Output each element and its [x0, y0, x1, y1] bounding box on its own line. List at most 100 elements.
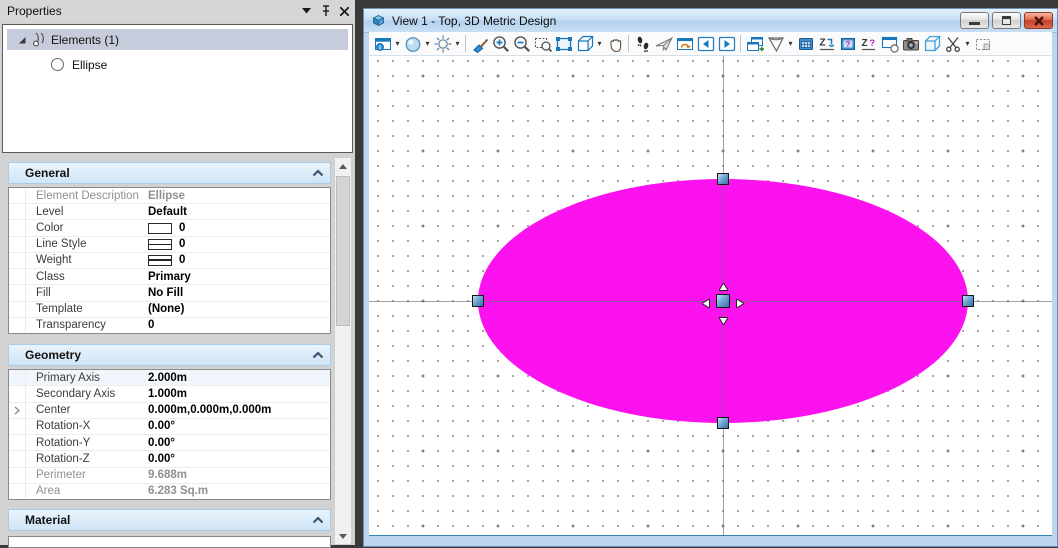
- handle-center[interactable]: [716, 294, 730, 308]
- update-view-icon[interactable]: [469, 33, 490, 55]
- property-value[interactable]: No Fill: [148, 287, 330, 299]
- property-row[interactable]: Class Primary: [9, 269, 330, 286]
- fly-icon[interactable]: [653, 33, 674, 55]
- property-value[interactable]: 1.000m: [148, 388, 330, 400]
- fit-view-icon[interactable]: [553, 33, 574, 55]
- view-perspective-icon[interactable]: [765, 33, 786, 55]
- change-display-depth-icon[interactable]: Z: [816, 33, 837, 55]
- section-header-material[interactable]: Material: [8, 509, 331, 531]
- zoom-in-icon[interactable]: [490, 33, 511, 55]
- collapse-chevron-icon[interactable]: [306, 516, 330, 524]
- display-style-dropdown-caret-icon[interactable]: ▾: [423, 33, 432, 55]
- tree-item-elements[interactable]: Elements (1): [7, 29, 348, 50]
- clip-mask-icon[interactable]: [942, 33, 963, 55]
- window-area-icon[interactable]: [532, 33, 553, 55]
- property-row[interactable]: Primary Axis 2.000m: [9, 370, 330, 387]
- collapse-chevron-icon[interactable]: [306, 169, 330, 177]
- property-value[interactable]: 2.000m: [148, 372, 330, 384]
- weight-swatch[interactable]: [148, 254, 172, 266]
- view-attributes-dropdown-caret-icon[interactable]: ▾: [393, 33, 402, 55]
- property-row[interactable]: Rotation-Y 0.00°: [9, 435, 330, 452]
- property-value[interactable]: (None): [148, 303, 330, 315]
- minimize-button[interactable]: [960, 12, 989, 29]
- tree-item-ellipse[interactable]: Ellipse: [3, 54, 352, 75]
- view-previous-icon[interactable]: [695, 33, 716, 55]
- drawing-canvas[interactable]: [369, 56, 1052, 536]
- property-row[interactable]: Level Default: [9, 204, 330, 221]
- camera-settings-icon[interactable]: [900, 33, 921, 55]
- property-value-text: 0.00°: [148, 452, 175, 465]
- view-titlebar[interactable]: View 1 - Top, 3D Metric Design: [364, 9, 1057, 33]
- pin-icon[interactable]: [317, 3, 334, 19]
- display-rules-icon[interactable]: [795, 33, 816, 55]
- property-value[interactable]: 0: [148, 254, 330, 266]
- close-button[interactable]: [1024, 12, 1053, 29]
- property-row[interactable]: Rotation-X 0.00°: [9, 418, 330, 435]
- property-row[interactable]: Template (None): [9, 301, 330, 318]
- properties-titlebar[interactable]: Properties: [0, 0, 355, 22]
- handle-east[interactable]: [962, 295, 974, 307]
- property-value[interactable]: 0: [148, 222, 330, 234]
- property-row[interactable]: Line Style 0: [9, 236, 330, 253]
- color-swatch[interactable]: [148, 222, 172, 234]
- view-attributes-icon[interactable]: i: [372, 33, 393, 55]
- property-value[interactable]: 6.283 Sq.m: [148, 485, 330, 497]
- linestyle-swatch[interactable]: [148, 238, 172, 250]
- tree-expander-icon[interactable]: [13, 35, 29, 44]
- display-style-icon[interactable]: [402, 33, 423, 55]
- restore-button[interactable]: [992, 12, 1021, 29]
- view-perspective-dropdown-caret-icon[interactable]: ▾: [786, 33, 795, 55]
- property-value[interactable]: 9.688m: [148, 469, 330, 481]
- rotate-view-icon[interactable]: [574, 33, 595, 55]
- property-value[interactable]: 0.00°: [148, 437, 330, 449]
- property-value[interactable]: 0.00°: [148, 420, 330, 432]
- property-value[interactable]: 0: [148, 238, 330, 250]
- property-row[interactable]: Weight 0: [9, 252, 330, 270]
- clip-mask-dropdown-caret-icon[interactable]: ▾: [963, 33, 972, 55]
- property-row[interactable]: Rotation-Z 0.00°: [9, 451, 330, 468]
- properties-scrollbar[interactable]: [334, 157, 352, 545]
- property-row[interactable]: Center 0.000m,0.000m,0.000m: [9, 402, 330, 419]
- handle-west[interactable]: [472, 295, 484, 307]
- section-header-general[interactable]: General: [8, 162, 331, 184]
- render-view-icon[interactable]: [879, 33, 900, 55]
- property-row[interactable]: Area 6.283 Sq.m: [9, 483, 330, 499]
- property-value[interactable]: 0.00°: [148, 453, 330, 465]
- scrollbar-thumb[interactable]: [336, 176, 350, 326]
- handle-south[interactable]: [717, 417, 729, 429]
- section-header-geometry[interactable]: Geometry: [8, 344, 331, 366]
- view-brightness-icon[interactable]: [432, 33, 453, 55]
- property-value[interactable]: Default: [148, 206, 330, 218]
- section-box-icon[interactable]: [972, 33, 993, 55]
- property-row[interactable]: Transparency 0: [9, 317, 330, 333]
- property-value[interactable]: Ellipse: [148, 190, 330, 202]
- property-row[interactable]: Element Description Ellipse: [9, 188, 330, 205]
- copy-view-icon[interactable]: [744, 33, 765, 55]
- property-row[interactable]: Secondary Axis 1.000m: [9, 386, 330, 403]
- view-brightness-dropdown-caret-icon[interactable]: ▾: [453, 33, 462, 55]
- zoom-out-icon[interactable]: [511, 33, 532, 55]
- panel-menu-caret-icon[interactable]: [298, 3, 315, 19]
- scroll-down-icon[interactable]: [335, 528, 351, 544]
- property-value[interactable]: 0.000m,0.000m,0.000m: [148, 404, 330, 416]
- property-value[interactable]: 0: [148, 319, 330, 331]
- property-label: Perimeter: [36, 469, 86, 482]
- pan-view-icon[interactable]: [604, 33, 625, 55]
- handle-north[interactable]: [717, 173, 729, 185]
- clip-volume-icon[interactable]: [921, 33, 942, 55]
- property-row[interactable]: Fill No Fill: [9, 285, 330, 302]
- rotate-view-dropdown-caret-icon[interactable]: ▾: [595, 33, 604, 55]
- row-expander-icon[interactable]: [9, 402, 26, 418]
- property-label: Template: [36, 303, 83, 316]
- show-display-depth-icon[interactable]: Z?: [858, 33, 879, 55]
- close-icon[interactable]: [336, 3, 353, 19]
- property-value[interactable]: Primary: [148, 271, 330, 283]
- view-next-icon[interactable]: [716, 33, 737, 55]
- property-row[interactable]: Color 0: [9, 220, 330, 237]
- collapse-chevron-icon[interactable]: [306, 351, 330, 359]
- walk-icon[interactable]: [632, 33, 653, 55]
- scroll-up-icon[interactable]: [335, 158, 351, 174]
- set-display-depth-icon[interactable]: ?: [837, 33, 858, 55]
- navigate-view-icon[interactable]: [674, 33, 695, 55]
- property-row[interactable]: Perimeter 9.688m: [9, 467, 330, 484]
